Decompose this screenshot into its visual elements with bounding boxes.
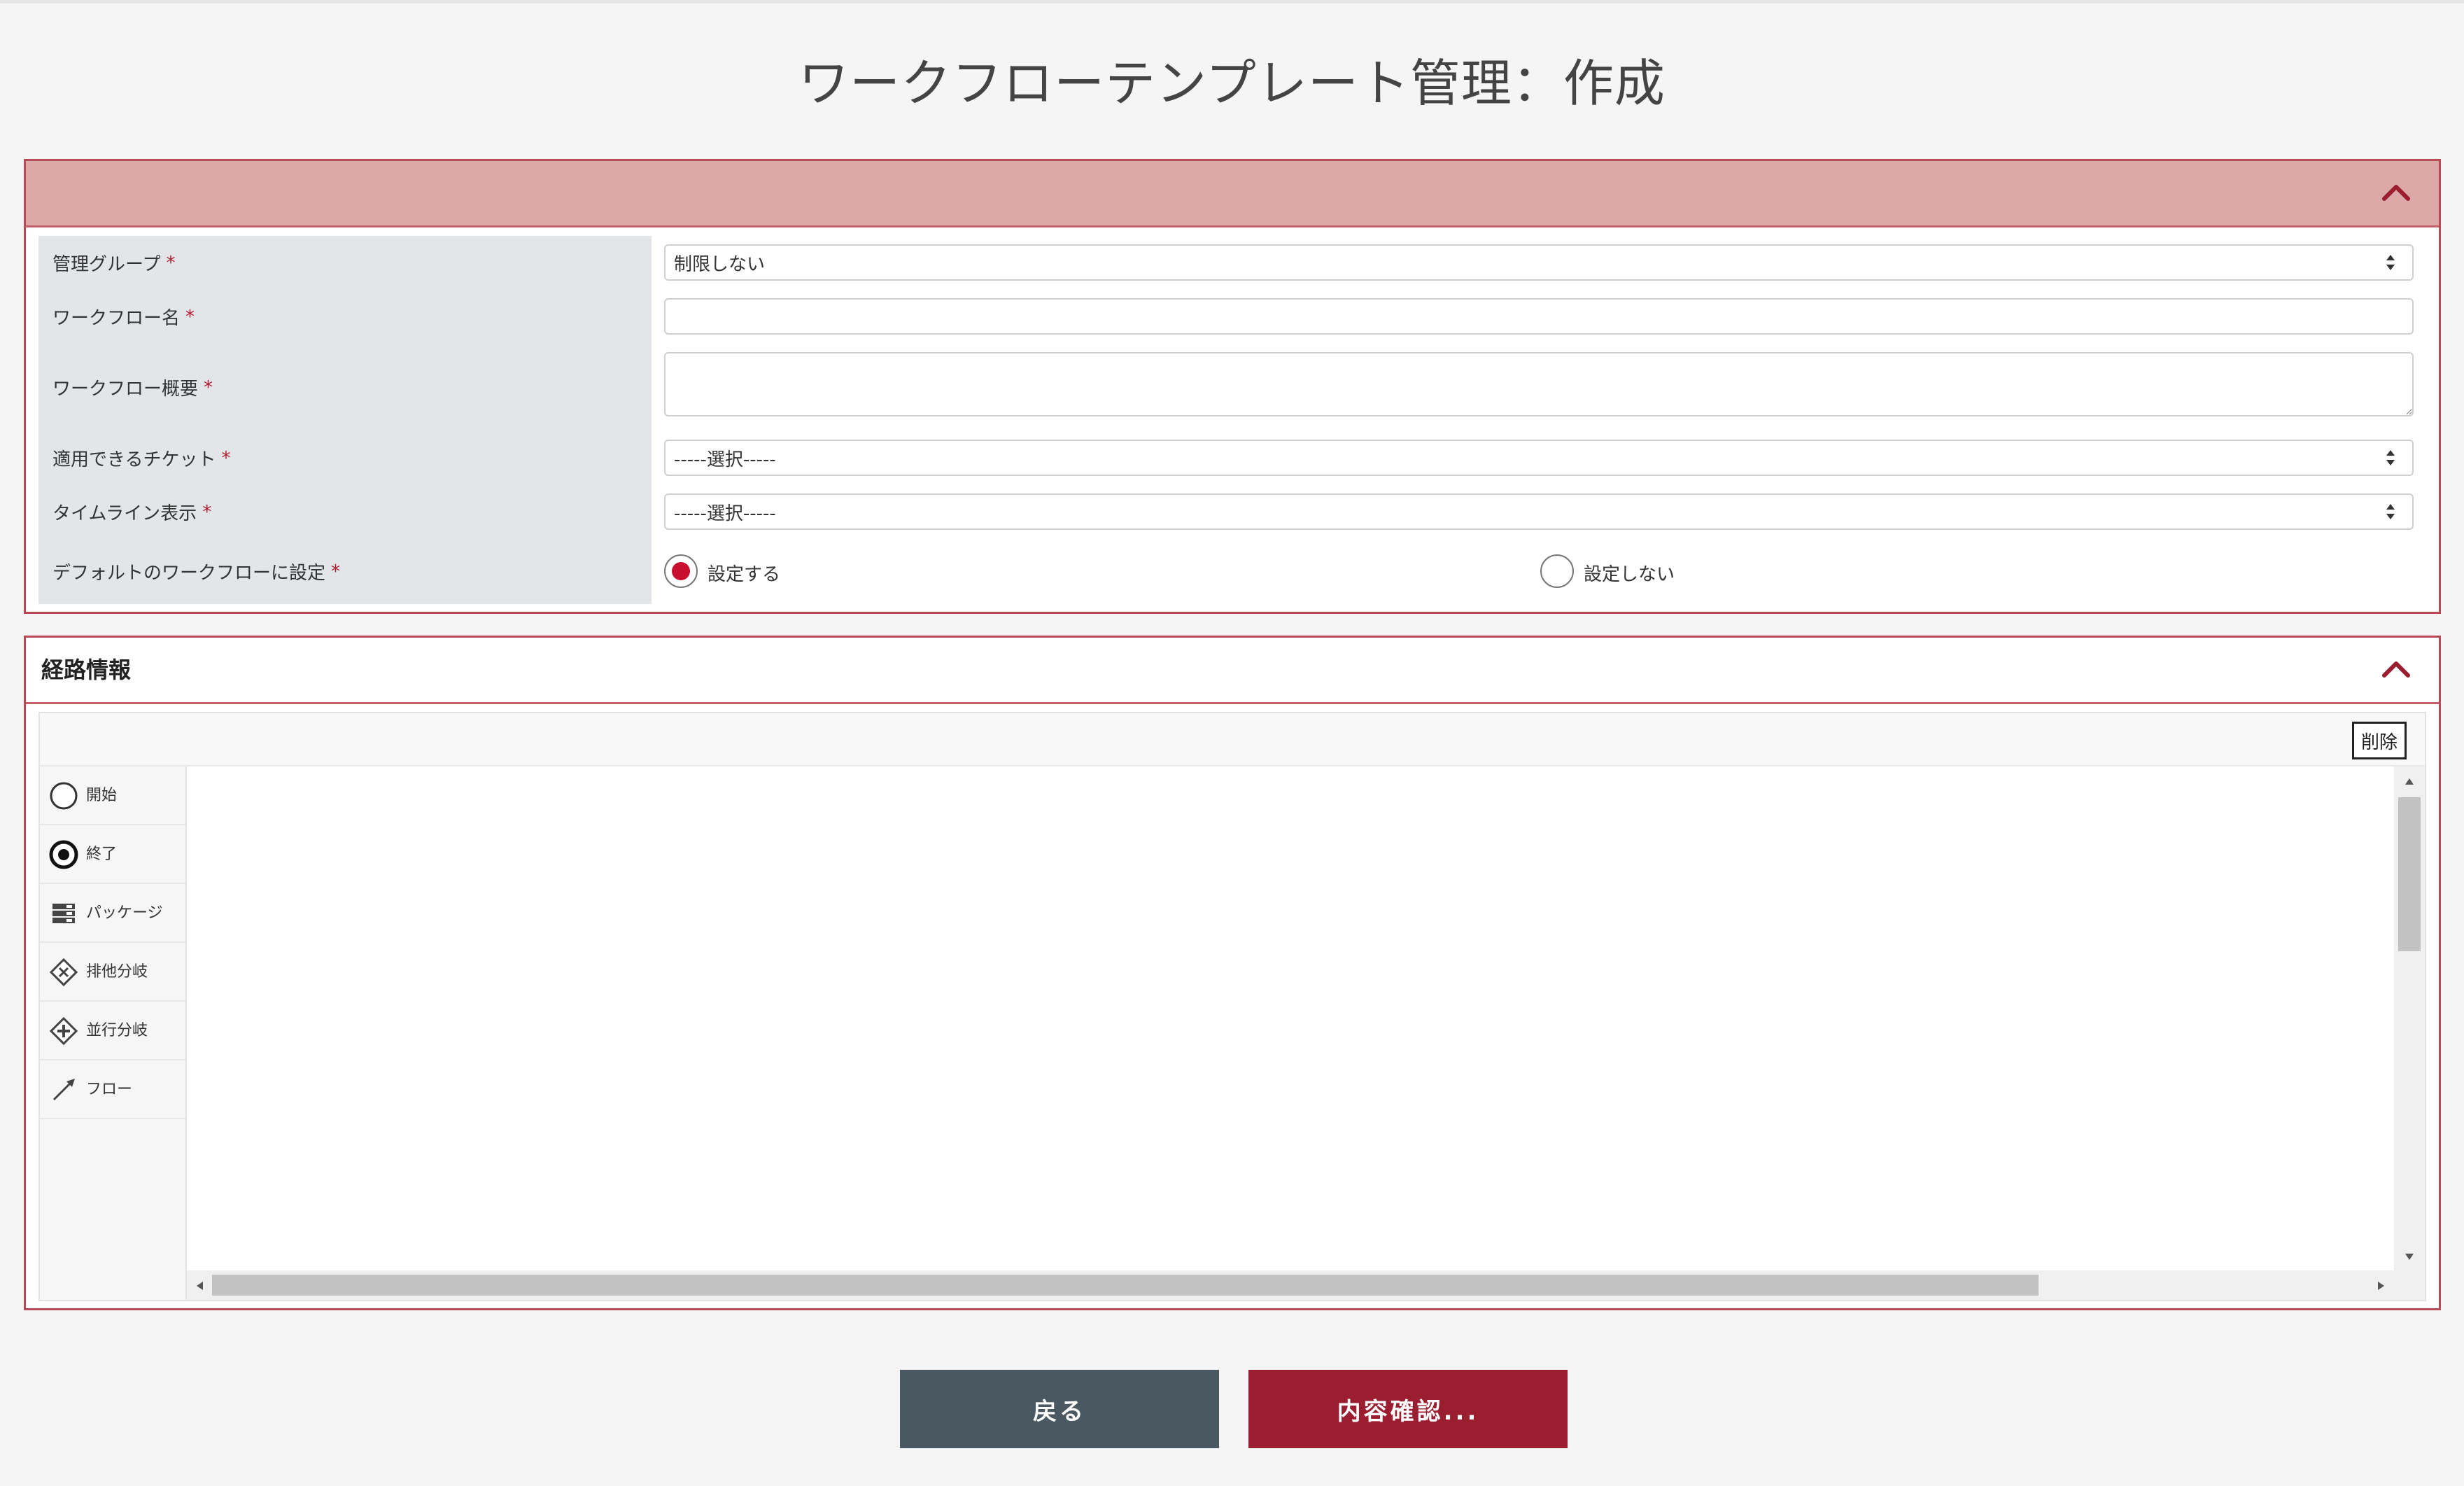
start-circle-icon <box>48 780 79 811</box>
label-text: 管理グループ <box>52 254 161 275</box>
top-border <box>0 0 2464 3</box>
package-icon <box>48 898 79 929</box>
palette-label: 開始 <box>86 787 118 804</box>
form-row-management-group: 管理グループ * 制限しない <box>38 236 2426 292</box>
form-label: デフォルトのワークフローに設定 * <box>38 539 652 604</box>
palette-item-flow[interactable]: フロー <box>40 1060 185 1119</box>
required-mark: * <box>221 447 231 469</box>
form-label: ワークフロー名 * <box>38 290 652 344</box>
radio-label: 設定しない <box>1584 564 1675 585</box>
confirm-button[interactable]: 内容確認... <box>1248 1370 1568 1448</box>
basic-info-panel-header[interactable] <box>26 161 2439 227</box>
form-row-workflow-name: ワークフロー名 * <box>38 290 2426 346</box>
form-value: 設定する 設定しない <box>652 539 2426 604</box>
scroll-up-icon[interactable] <box>2405 776 2414 786</box>
select-value: -----選択----- <box>674 449 776 470</box>
palette-label: フロー <box>86 1081 133 1098</box>
shape-palette: 開始 終了 パッケージ 排他分岐 並行分岐 フロー <box>40 766 187 1300</box>
form-row-default-workflow: デフォルトのワークフローに設定 * 設定する 設定しない <box>38 539 2426 604</box>
delete-button[interactable]: 削除 <box>2352 722 2407 759</box>
workflow-summary-textarea[interactable] <box>664 352 2414 416</box>
form-value <box>652 344 2426 431</box>
required-mark: * <box>202 501 212 523</box>
page-title: ワークフローテンプレート管理：作成 <box>798 54 1666 113</box>
form-label: タイムライン表示 * <box>38 485 652 539</box>
radio-label: 設定する <box>707 564 781 585</box>
label-text: ワークフロー名 <box>52 308 181 329</box>
management-group-select[interactable]: 制限しない <box>664 244 2414 281</box>
form-row-timeline-display: タイムライン表示 * -----選択----- <box>38 485 2426 541</box>
form-row-workflow-summary: ワークフロー概要 * <box>38 344 2426 433</box>
chevron-up-icon[interactable] <box>2379 652 2414 687</box>
form-value: -----選択----- <box>652 485 2426 539</box>
palette-label: 並行分岐 <box>86 1022 148 1039</box>
scroll-right-icon[interactable] <box>2376 1280 2386 1290</box>
palette-label: パッケージ <box>86 904 163 922</box>
radio-not-default[interactable] <box>1540 554 1574 588</box>
scroll-left-icon[interactable] <box>195 1280 205 1290</box>
palette-item-parallel-gateway[interactable]: 並行分岐 <box>40 1002 185 1060</box>
label-text: デフォルトのワークフローに設定 <box>52 563 326 584</box>
form-value: 制限しない <box>652 236 2426 290</box>
palette-item-exclusive-gateway[interactable]: 排他分岐 <box>40 943 185 1002</box>
select-value: 制限しない <box>674 253 766 275</box>
label-text: 適用できるチケット <box>52 449 216 470</box>
page: ワークフローテンプレート管理：作成 管理グループ * 制限しない ワークフロー名… <box>0 0 2464 1486</box>
route-info-title: 経路情報 <box>41 657 132 683</box>
workflow-editor: 削除 開始 終了 パッケージ 排他分岐 並行分岐 フロー <box>38 712 2426 1301</box>
form-label: 適用できるチケット * <box>38 431 652 485</box>
label-text: タイムライン表示 <box>52 503 197 524</box>
form-value: -----選択----- <box>652 431 2426 485</box>
radio-set-default[interactable] <box>664 554 698 588</box>
palette-label: 終了 <box>86 846 118 863</box>
back-button[interactable]: 戻る <box>900 1370 1219 1448</box>
applicable-ticket-select[interactable]: -----選択----- <box>664 440 2414 476</box>
workflow-name-input[interactable] <box>664 298 2414 335</box>
required-mark: * <box>166 252 176 274</box>
horizontal-scrollbar[interactable] <box>187 1270 2425 1300</box>
form-label: 管理グループ * <box>38 236 652 290</box>
exclusive-gateway-icon <box>48 957 79 988</box>
label-text: ワークフロー概要 <box>52 379 199 400</box>
select-arrows-icon <box>2386 252 2395 273</box>
form-value <box>652 290 2426 344</box>
flow-arrow-icon <box>48 1074 79 1105</box>
vertical-scroll-thumb[interactable] <box>2398 797 2421 951</box>
vertical-scrollbar[interactable] <box>2394 766 2425 1270</box>
chevron-up-icon[interactable] <box>2379 175 2414 210</box>
select-arrows-icon <box>2386 501 2395 522</box>
select-arrows-icon <box>2386 447 2395 468</box>
timeline-display-select[interactable]: -----選択----- <box>664 493 2414 530</box>
parallel-gateway-icon <box>48 1016 79 1046</box>
form-row-applicable-ticket: 適用できるチケット * -----選択----- <box>38 431 2426 487</box>
form-label: ワークフロー概要 * <box>38 344 652 431</box>
route-info-panel-header[interactable]: 経路情報 <box>26 638 2439 704</box>
editor-toolbar: 削除 <box>40 713 2425 766</box>
route-info-panel: 経路情報 削除 開始 終了 パッケージ 排他分岐 並行分岐 フロー <box>24 636 2441 1310</box>
end-circle-icon <box>48 839 79 870</box>
palette-item-package[interactable]: パッケージ <box>40 884 185 943</box>
select-value: -----選択----- <box>674 503 776 524</box>
required-mark: * <box>204 377 213 398</box>
palette-item-end[interactable]: 終了 <box>40 825 185 884</box>
horizontal-scroll-thumb[interactable] <box>212 1275 2039 1296</box>
palette-item-start[interactable]: 開始 <box>40 766 185 825</box>
palette-label: 排他分岐 <box>86 963 148 981</box>
scroll-down-icon[interactable] <box>2405 1251 2414 1261</box>
basic-info-panel: 管理グループ * 制限しない ワークフロー名 * ワークフロー概要 * 適用でき… <box>24 159 2441 614</box>
required-mark: * <box>331 561 341 582</box>
required-mark: * <box>185 306 195 328</box>
workflow-canvas[interactable] <box>187 766 2394 1270</box>
